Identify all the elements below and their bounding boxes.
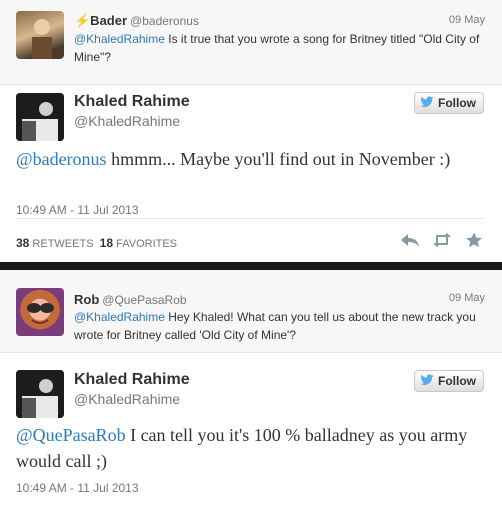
reply-author: ⚡Bader @baderonus <box>74 13 199 29</box>
in-reply-to-tweet[interactable]: ⚡Bader @baderonus 09 May @KhaledRahime Is… <box>0 0 502 85</box>
avatar[interactable] <box>16 370 64 418</box>
mention-link[interactable]: @KhaledRahime <box>74 32 165 46</box>
retweets-count[interactable]: 38 <box>16 236 29 250</box>
avatar[interactable] <box>16 93 64 141</box>
reply-author: Rob @QuePasaRob <box>74 292 187 307</box>
tweet-stats: 38 RETWEETS 18 FAVORITES <box>16 236 177 250</box>
avatar[interactable] <box>16 288 64 336</box>
section-divider <box>0 262 502 270</box>
reply-text: @KhaledRahime Hey Khaled! What can you t… <box>74 308 484 344</box>
mention-link[interactable]: @baderonus <box>16 149 107 169</box>
follow-button[interactable]: Follow <box>414 92 484 114</box>
retweet-icon[interactable] <box>432 232 452 253</box>
reply-author-handle[interactable]: @QuePasaRob <box>102 293 186 307</box>
author-name[interactable]: Khaled Rahime <box>74 371 190 389</box>
mention-link[interactable]: @QuePasaRob <box>16 425 126 445</box>
reply-author-handle[interactable]: @baderonus <box>130 14 199 28</box>
reply-icon[interactable] <box>400 232 420 253</box>
reply-author-name[interactable]: Rob <box>74 292 99 307</box>
favorites-count[interactable]: 18 <box>100 236 113 250</box>
in-reply-to-tweet[interactable]: Rob @QuePasaRob 09 May @KhaledRahime Hey … <box>0 270 502 353</box>
author-handle[interactable]: @KhaledRahime <box>74 113 180 129</box>
retweets-label[interactable]: RETWEETS <box>32 238 93 250</box>
tweet-body: hmmm... Maybe you'll find out in Novembe… <box>106 149 451 169</box>
follow-label: Follow <box>438 374 476 388</box>
reply-date[interactable]: 09 May <box>449 292 485 304</box>
follow-button[interactable]: Follow <box>414 370 484 392</box>
tweet-timestamp[interactable]: 10:49 AM - 11 Jul 2013 <box>16 481 139 495</box>
twitter-bird-icon <box>420 95 434 111</box>
favorites-label[interactable]: FAVORITES <box>116 238 177 250</box>
favorite-icon[interactable] <box>464 232 484 253</box>
author-name[interactable]: Khaled Rahime <box>74 93 190 111</box>
tweet-text: @QuePasaRob I can tell you it's 100 % ba… <box>16 422 486 474</box>
follow-label: Follow <box>438 96 476 110</box>
tweet-text: @baderonus hmmm... Maybe you'll find out… <box>16 146 486 172</box>
mention-link[interactable]: @KhaledRahime <box>74 310 165 324</box>
author-handle[interactable]: @KhaledRahime <box>74 391 180 407</box>
divider <box>16 218 484 219</box>
twitter-bird-icon <box>420 373 434 389</box>
tweet-timestamp[interactable]: 10:49 AM - 11 Jul 2013 <box>16 203 139 217</box>
tweet-card-2: Rob @QuePasaRob 09 May @KhaledRahime Hey … <box>0 270 502 509</box>
tweet-actions <box>400 232 484 253</box>
reply-date[interactable]: 09 May <box>449 14 485 26</box>
tweet-card-1: ⚡Bader @baderonus 09 May @KhaledRahime Is… <box>0 0 502 263</box>
reply-text: @KhaledRahime Is it true that you wrote … <box>74 30 484 66</box>
avatar[interactable] <box>16 11 64 59</box>
reply-author-name[interactable]: ⚡Bader <box>74 13 127 28</box>
